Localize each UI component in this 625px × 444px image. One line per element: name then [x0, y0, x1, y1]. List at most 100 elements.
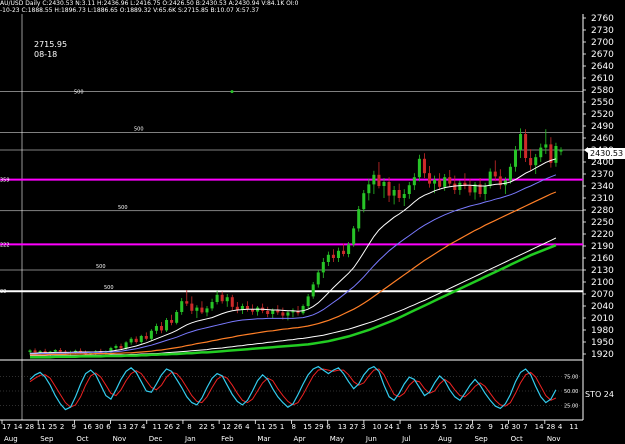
day-label: 2 — [176, 423, 180, 431]
price-chart[interactable]: 50035922200500500500500 2760273027002670… — [0, 0, 625, 444]
month-label: Feb — [221, 435, 234, 443]
day-label: 22 — [199, 423, 208, 431]
price-tick-label: 2010 — [591, 314, 614, 324]
candle-body — [529, 158, 533, 166]
candlesticks — [28, 128, 563, 357]
candle-body — [321, 262, 325, 273]
candle-body — [124, 342, 128, 349]
day-label: 29 — [315, 423, 324, 431]
price-tick-label: 2370 — [591, 170, 614, 180]
candle-body — [357, 209, 361, 229]
candle-body — [28, 350, 32, 352]
day-label: 11 — [569, 423, 578, 431]
candle-body — [508, 166, 512, 181]
day-label: 2 — [477, 423, 481, 431]
price-tick-label: 2190 — [591, 242, 614, 252]
day-label: 4 — [141, 423, 146, 431]
stochastic-k-line — [29, 365, 557, 411]
candle-body — [306, 296, 310, 306]
price-tick-label: 2040 — [591, 302, 614, 312]
day-label: 1 — [280, 423, 284, 431]
day-label: 16 — [83, 423, 92, 431]
candle-body — [266, 310, 270, 314]
candle-body — [433, 179, 437, 184]
moving-average-line — [30, 158, 557, 354]
stochastic-tick-label: 50.00 — [564, 389, 578, 395]
candle-body — [392, 190, 396, 196]
candle-body — [190, 303, 194, 311]
day-label: 25 — [48, 423, 57, 431]
candle-body — [144, 336, 148, 339]
candle-body — [149, 330, 153, 339]
candle-body — [119, 346, 123, 349]
price-tick-label: 2070 — [591, 290, 614, 300]
day-label: 13 — [118, 423, 127, 431]
candle-body — [539, 147, 543, 158]
marker-dot — [230, 90, 234, 94]
candle-body — [165, 320, 169, 331]
stochastic-d-line — [29, 368, 557, 408]
day-label: 12 — [454, 423, 463, 431]
month-label: Aug — [4, 435, 18, 443]
day-label: 8 — [407, 423, 411, 431]
candle-body — [438, 179, 442, 187]
day-label: 9 — [488, 423, 492, 431]
candle-body — [159, 326, 164, 331]
stochastic-tick-label: 25.00 — [564, 404, 578, 410]
price-tick-label: 1980 — [591, 326, 614, 336]
candle-body — [448, 177, 452, 184]
last-price-box: 2430.53 — [588, 148, 625, 159]
candle-body — [519, 134, 523, 150]
candle-body — [230, 297, 234, 307]
month-label: Nov — [113, 435, 127, 443]
candle-body — [33, 350, 37, 353]
candle-body — [225, 297, 229, 302]
candle-body — [362, 193, 366, 210]
price-tick-label: 2640 — [591, 62, 614, 72]
candle-body — [210, 302, 214, 309]
candle-body — [342, 250, 346, 254]
day-label: 11 — [153, 423, 162, 431]
day-label: 2 — [60, 423, 64, 431]
price-tick-label: 2220 — [591, 230, 614, 240]
stochastic-tick-label: 75.00 — [564, 375, 578, 381]
candle-body — [352, 228, 356, 245]
candle-body — [139, 336, 143, 342]
day-label: 8 — [292, 423, 296, 431]
day-label: 12 — [222, 423, 231, 431]
month-label: Jun — [365, 435, 377, 443]
stochastic-panel: 75.00 50.00 25.00 — [0, 365, 583, 411]
day-label: 14 — [14, 423, 23, 431]
level-label: 222 — [0, 242, 10, 248]
stochastic-label: STO 24 — [585, 390, 614, 399]
candle-body — [387, 182, 391, 196]
candle-body — [129, 338, 133, 343]
candle-body — [513, 150, 518, 167]
moving-average-line — [30, 244, 557, 359]
day-label: 15 — [419, 423, 428, 431]
month-label: Dec — [149, 435, 163, 443]
candle-body — [114, 346, 118, 348]
candle-body — [220, 294, 224, 302]
candle-body — [427, 173, 432, 184]
day-label: 26 — [164, 423, 173, 431]
candle-body — [524, 134, 528, 158]
month-label: Jan — [184, 435, 196, 443]
candle-body — [331, 254, 335, 258]
price-tick-label: 1920 — [591, 350, 614, 360]
moving-average-line — [30, 237, 557, 357]
candle-body — [38, 351, 42, 353]
day-label: 8 — [187, 423, 191, 431]
day-label: 30 — [95, 423, 104, 431]
day-label: 27 — [349, 423, 358, 431]
day-label: 5 — [210, 423, 214, 431]
price-tick-label: 2340 — [591, 182, 614, 192]
day-label: 15 — [303, 423, 312, 431]
price-tick-label: 2160 — [591, 254, 614, 264]
month-label: Oct — [76, 435, 88, 443]
peak-value: 2715.95 — [34, 40, 68, 49]
candle-body — [205, 308, 209, 313]
level-label: 500 — [74, 90, 84, 96]
candle-body — [195, 307, 199, 311]
candle-body — [468, 186, 472, 193]
